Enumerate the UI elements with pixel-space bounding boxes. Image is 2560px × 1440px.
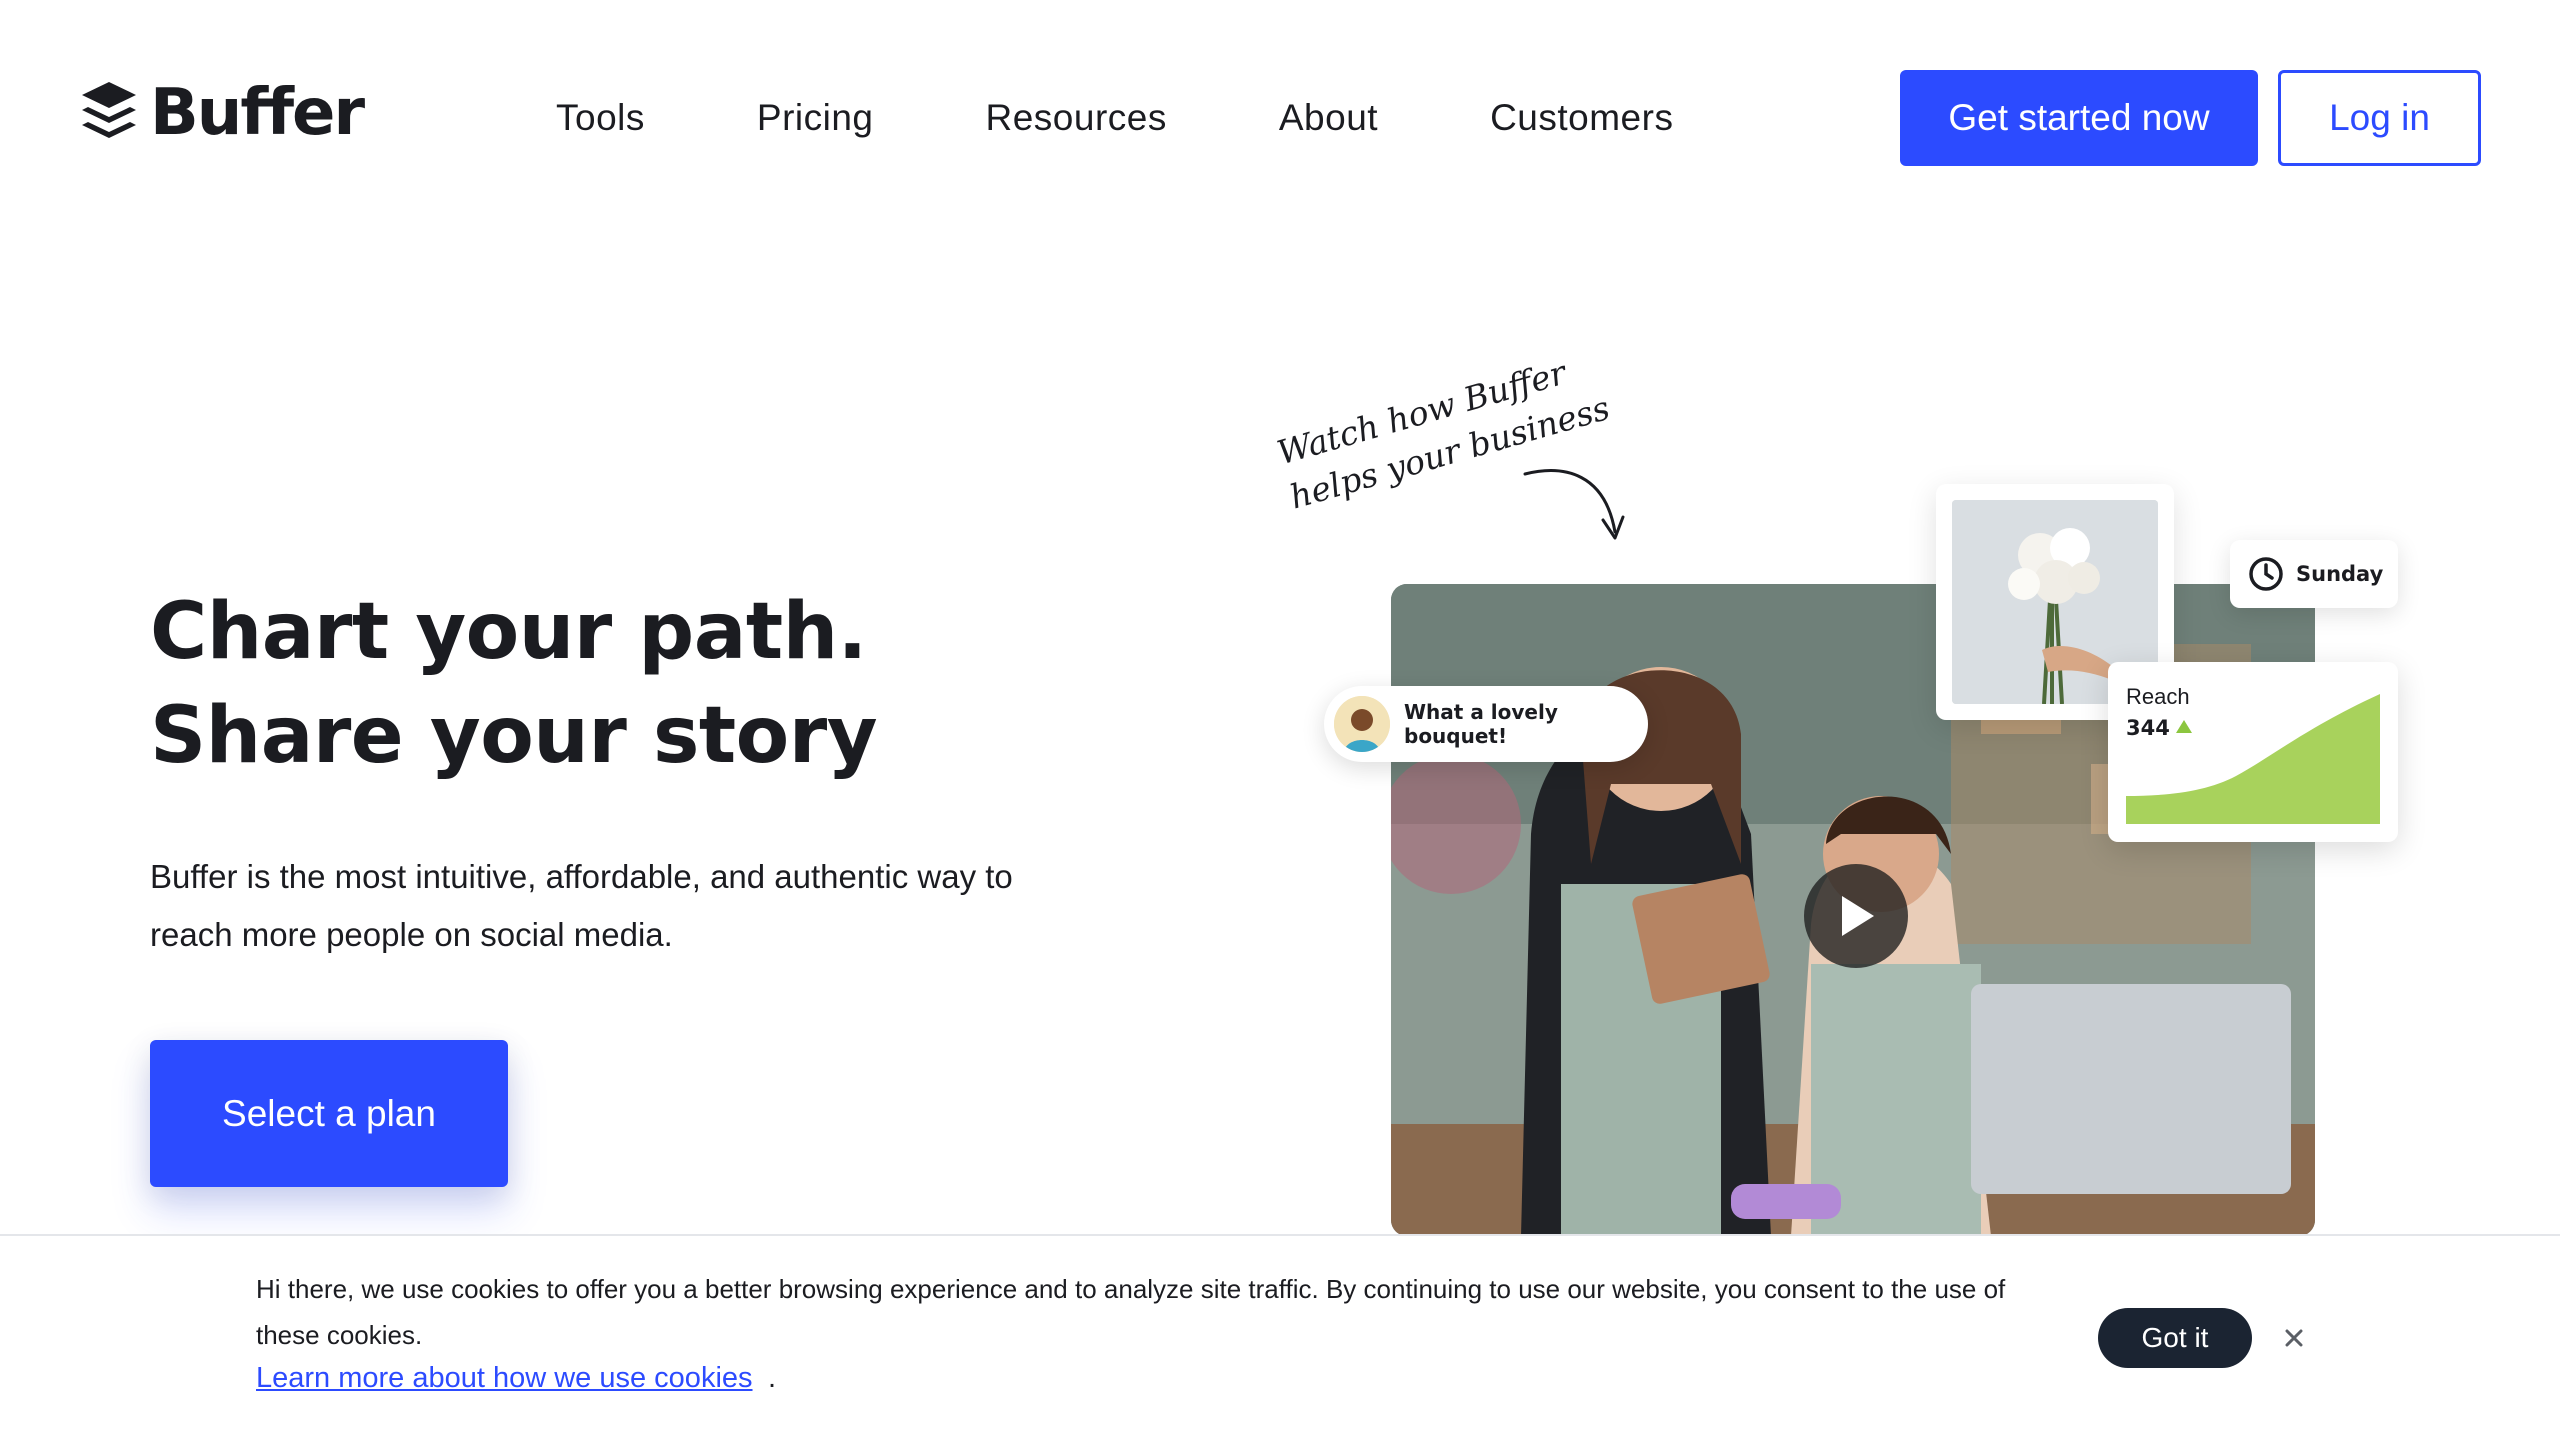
day-label: Sunday (2296, 562, 2384, 586)
nav-pricing[interactable]: Pricing (757, 90, 874, 146)
play-icon (1842, 896, 1874, 936)
nav-resources[interactable]: Resources (986, 90, 1167, 146)
close-icon (2285, 1329, 2303, 1347)
reach-card: Reach 344 (2108, 662, 2398, 842)
reach-area (2126, 694, 2380, 824)
hero-title-line2: Share your story (150, 691, 878, 781)
schedule-day-card: Sunday (2230, 540, 2398, 608)
hero-title-line1: Chart your path. (150, 587, 867, 677)
buffer-logo[interactable]: Buffer (80, 76, 365, 150)
hero-description: Buffer is the most intuitive, affordable… (150, 858, 1013, 953)
arrow-icon (1523, 469, 1625, 540)
nav-tools[interactable]: Tools (556, 90, 645, 146)
trend-up-icon (2176, 720, 2192, 733)
cookie-text: Hi there, we use cookies to offer you a … (256, 1274, 2006, 1350)
select-plan-button[interactable]: Select a plan (150, 1040, 508, 1187)
reach-label: Reach (2126, 684, 2190, 709)
comment-bubble: What a lovely bouquet! (1324, 686, 1648, 762)
got-it-button[interactable]: Got it (2098, 1308, 2252, 1368)
nav-about[interactable]: About (1279, 90, 1378, 146)
nav-customers[interactable]: Customers (1490, 90, 1673, 146)
get-started-button[interactable]: Get started now (1900, 70, 2258, 166)
play-button[interactable] (1804, 864, 1908, 968)
reach-chart (2126, 694, 2380, 824)
site-header: Buffer Tools Pricing Resources About Cus… (0, 0, 2560, 236)
clock-icon (2249, 557, 2283, 591)
cookie-learn-more-link[interactable]: Learn more about how we use cookies (256, 1362, 753, 1395)
comment-text: What a lovely bouquet! (1404, 700, 1558, 748)
login-button[interactable]: Log in (2278, 70, 2481, 166)
logo-wordmark: Buffer (150, 76, 365, 150)
cookie-link-suffix: . (768, 1362, 777, 1394)
main-nav: Tools Pricing Resources About Customers (556, 90, 1785, 146)
buffer-logo-icon (82, 82, 136, 138)
cookie-close-button[interactable] (2278, 1322, 2310, 1354)
reach-value: 344 (2126, 716, 2170, 740)
hero-title: Chart your path. Share your story (150, 580, 1050, 788)
avatar (1334, 696, 1390, 752)
